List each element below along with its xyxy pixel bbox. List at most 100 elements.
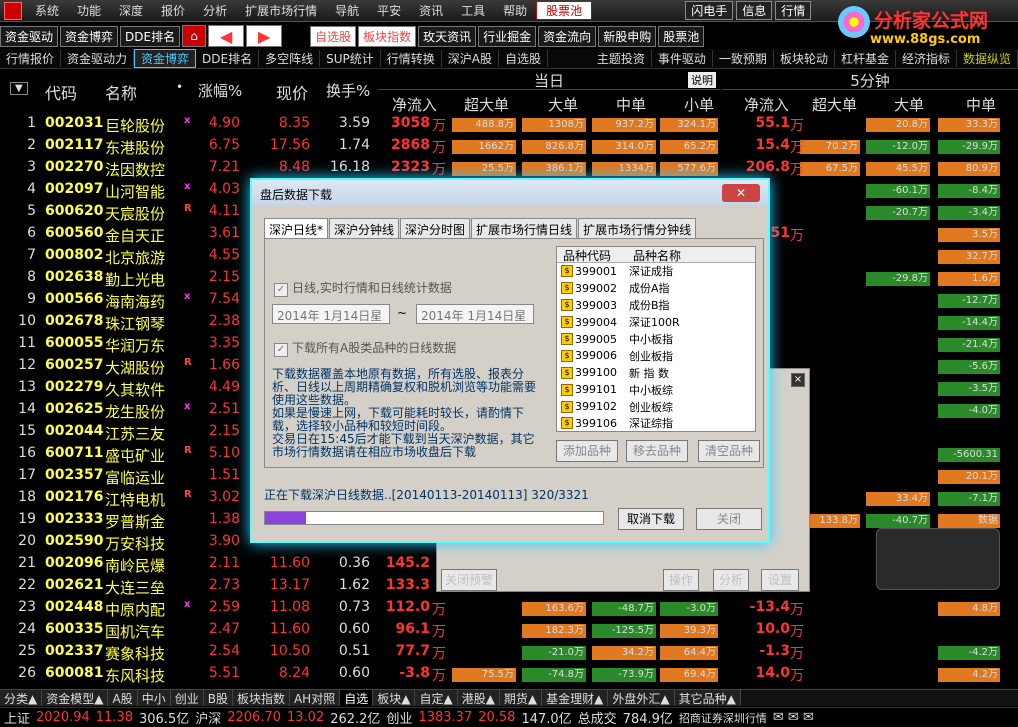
table-row[interactable]: 23 002448 中原内配 x 2.59 11.08 0.73 112.0 万 163.6万 -4…: [0, 599, 1018, 621]
market-tab[interactable]: 港股▲: [457, 690, 500, 706]
dialog-close-button[interactable]: ✕: [722, 184, 760, 202]
market-tab[interactable]: 自定▲: [415, 690, 458, 706]
market-tab[interactable]: 分类▲: [0, 690, 43, 706]
t2-sup[interactable]: SUP统计: [320, 50, 381, 67]
col-s[interactable]: 小单: [684, 94, 714, 115]
tb-stock-pool[interactable]: 股票池: [658, 25, 705, 47]
symbol-list-item[interactable]: $399005 中小板指: [557, 331, 755, 348]
col-xl[interactable]: 超大单: [464, 94, 509, 115]
menu-ext-market[interactable]: 扩展市场行情: [236, 2, 326, 19]
col-m5[interactable]: 中单: [966, 94, 996, 115]
menu-info[interactable]: 资讯: [410, 2, 452, 19]
tab-ext-minute[interactable]: 扩展市场行情分钟线: [578, 218, 697, 240]
clear-symbol-button[interactable]: 清空品种: [698, 440, 760, 462]
t2-quote[interactable]: 行情报价: [0, 50, 62, 67]
symbol-list-item[interactable]: $399102 创业板综: [557, 398, 755, 415]
market-tab[interactable]: 资金模型▲: [42, 690, 109, 706]
symbol-list-item[interactable]: $399100 新 指 数: [557, 364, 755, 381]
menu-depth[interactable]: 深度: [110, 2, 152, 19]
tb-industry[interactable]: 行业掘金: [478, 25, 537, 47]
symbol-list-item[interactable]: $399006 创业板指: [557, 347, 755, 364]
t2-longshort[interactable]: 多空阵线: [259, 50, 321, 67]
menu-stock-pool[interactable]: 股票池: [536, 1, 593, 20]
explain-button[interactable]: 说明: [688, 72, 716, 88]
col-price[interactable]: 现价: [276, 80, 308, 104]
col-netin5[interactable]: 净流入: [744, 94, 789, 115]
back-arrow-icon[interactable]: ◀: [208, 25, 245, 47]
add-symbol-button[interactable]: 添加品种: [556, 440, 618, 462]
date-to-picker[interactable]: 2014年 1月14日星: [416, 304, 534, 324]
symbol-list-item[interactable]: $399003 成份B指: [557, 297, 755, 314]
t2-lever[interactable]: 杠杆基金: [835, 50, 896, 67]
table-row[interactable]: 24 600335 国机汽车 2.47 11.60 0.60 96.1 万 182.3万 -125…: [0, 621, 1018, 643]
table-row[interactable]: 2 002117 东港股份 6.75 17.56 1.74 2868 万 1662万 826.8万…: [0, 137, 1018, 159]
market-tab[interactable]: B股: [203, 690, 233, 706]
t2-econ[interactable]: 经济指标: [896, 50, 957, 67]
menu-pingan[interactable]: 平安: [368, 2, 410, 19]
tab-ext-daily[interactable]: 扩展市场行情日线: [471, 218, 578, 240]
market-tab[interactable]: 其它品种▲: [674, 690, 741, 706]
tb-sector-index[interactable]: 板块指数: [358, 25, 417, 47]
settings-button[interactable]: 设置: [761, 569, 799, 591]
analyze-button[interactable]: 分析: [713, 569, 749, 591]
market-tab[interactable]: 中小: [137, 690, 171, 706]
col-l[interactable]: 大单: [548, 94, 578, 115]
tb-ipo[interactable]: 新股申购: [598, 25, 657, 47]
tb-watchlist[interactable]: 自选股: [310, 25, 357, 47]
forward-arrow-icon[interactable]: ▶: [246, 25, 283, 47]
symbol-list[interactable]: 品种代码 品种名称 $399001 深证成指 $399002 成份A指 $399003 成…: [556, 246, 756, 432]
market-tab[interactable]: 期货▲: [499, 690, 543, 706]
market-tab[interactable]: 板块指数: [232, 690, 290, 706]
date-from-picker[interactable]: 2014年 1月14日星: [272, 304, 390, 324]
market-tab[interactable]: 板块▲: [373, 690, 416, 706]
alert-close-icon[interactable]: ×: [791, 373, 805, 387]
symbol-list-item[interactable]: $399002 成份A指: [557, 280, 755, 297]
menu-nav[interactable]: 导航: [326, 2, 368, 19]
menu-function[interactable]: 功能: [68, 2, 110, 19]
market-tab[interactable]: 基金理财▲: [542, 690, 609, 706]
menu-tools[interactable]: 工具: [452, 2, 494, 19]
all-a-shares-checkbox[interactable]: 下载所有A股类品种的日线数据: [274, 339, 456, 357]
table-row[interactable]: 26 600081 东风科技 5.51 8.24 0.60 -3.8 万 75.5万 -74.8万…: [0, 665, 1018, 687]
table-row[interactable]: 25 002337 赛象科技 2.54 10.50 0.51 77.7 万 -21.0万 34.2…: [0, 643, 1018, 665]
symbol-list-item[interactable]: $399004 深证100R: [557, 314, 755, 331]
t2-rotation[interactable]: 板块轮动: [774, 50, 835, 67]
col-l5[interactable]: 大单: [894, 94, 924, 115]
tb-dde-rank[interactable]: DDE排名: [120, 25, 181, 47]
cancel-download-button[interactable]: 取消下载: [618, 508, 684, 530]
t2-watch[interactable]: 自选股: [499, 50, 549, 67]
tab-daily[interactable]: 深沪日线*: [264, 218, 329, 240]
radio-gadget-icon[interactable]: [876, 528, 1000, 590]
menu-quote[interactable]: 报价: [152, 2, 194, 19]
t2-consensus[interactable]: 一致预期: [713, 50, 774, 67]
info-button[interactable]: 信息: [736, 1, 773, 20]
symbol-list-item[interactable]: $399106 深证综指: [557, 415, 755, 432]
market-tab[interactable]: AH对照: [289, 690, 341, 706]
tb-news[interactable]: 玫天资讯: [418, 25, 477, 47]
market-tab[interactable]: 创业: [170, 690, 204, 706]
remove-symbol-button[interactable]: 移去品种: [626, 440, 688, 462]
close-button[interactable]: 关闭: [696, 508, 762, 530]
flash-trade-button[interactable]: 闪电手: [685, 1, 734, 20]
t2-dde[interactable]: DDE排名: [196, 50, 260, 67]
tb-fund-flow[interactable]: 资金流向: [538, 25, 597, 47]
table-row[interactable]: 1 002031 巨轮股份 x 4.90 8.35 3.59 3058 万 488.8万 1308万…: [0, 115, 1018, 137]
menu-help[interactable]: 帮助: [494, 2, 536, 19]
col-m[interactable]: 中单: [616, 94, 646, 115]
menu-system[interactable]: 系统: [26, 2, 68, 19]
sort-dropdown-icon[interactable]: ▼: [10, 82, 28, 95]
tb-fund-game[interactable]: 资金博弈: [60, 25, 119, 47]
col-xl5[interactable]: 超大单: [812, 94, 857, 115]
mail-icon[interactable]: ✉ ✉ ✉: [773, 710, 814, 725]
t2-data[interactable]: 数据纵览: [957, 50, 1018, 67]
market-tab[interactable]: 自选: [340, 690, 374, 706]
t2-event[interactable]: 事件驱动: [652, 50, 713, 67]
daily-stats-checkbox[interactable]: 日线,实时行情和日线统计数据: [274, 279, 452, 297]
operate-button[interactable]: 操作: [663, 569, 699, 591]
symbol-list-item[interactable]: $399001 深证成指: [557, 263, 755, 280]
tab-timeshare[interactable]: 深沪分时图: [400, 218, 471, 240]
col-netin[interactable]: 净流入: [392, 94, 437, 115]
col-turnover[interactable]: 换手%: [326, 80, 370, 101]
market-tab[interactable]: A股: [108, 690, 138, 706]
market-tab[interactable]: 外盘外汇▲: [608, 690, 675, 706]
